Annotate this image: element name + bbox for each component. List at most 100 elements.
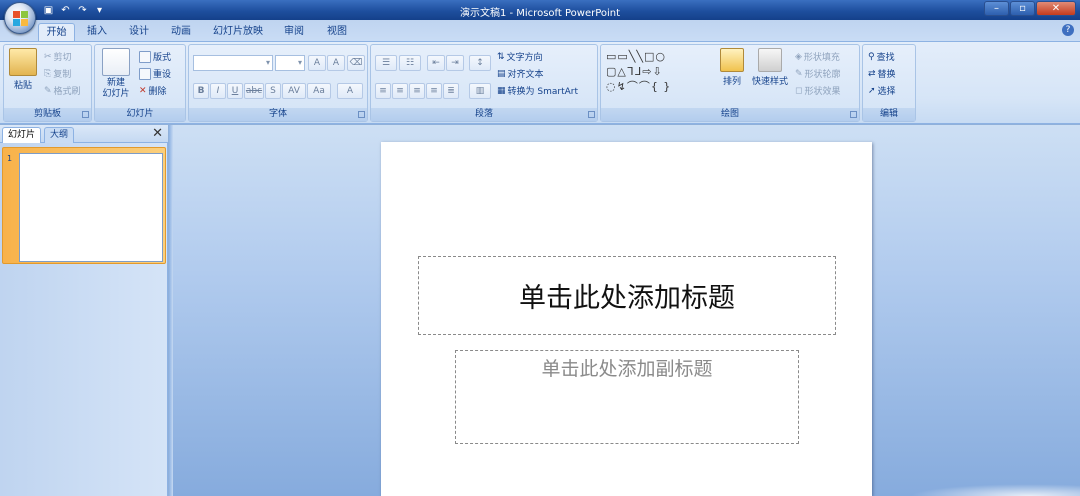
ribbon-tabs: 开始 插入 设计 动画 幻灯片放映 审阅 视图 ?	[0, 20, 1080, 41]
dialog-launcher-icon[interactable]	[588, 111, 595, 118]
select-button[interactable]: ➚ 选择	[868, 84, 896, 98]
close-icon[interactable]: ✕	[152, 126, 163, 141]
office-logo-icon	[13, 11, 28, 26]
char-spacing-button[interactable]: AV	[282, 83, 306, 99]
smartart-icon: ▦	[497, 85, 506, 96]
group-label-slides: 幻灯片	[95, 108, 185, 121]
tab-design[interactable]: 设计	[124, 23, 154, 41]
subtitle-placeholder[interactable]: 单击此处添加副标题	[455, 350, 799, 444]
paint-bucket-icon: ◈	[795, 51, 802, 62]
arrange-icon	[720, 48, 744, 72]
slide-canvas[interactable]: 单击此处添加标题 单击此处添加副标题	[381, 142, 872, 496]
help-icon[interactable]: ?	[1062, 24, 1074, 36]
bold-button[interactable]: B	[193, 83, 209, 99]
format-painter-label: 格式刷	[53, 87, 81, 97]
reset-button[interactable]: 重设	[139, 67, 171, 80]
slide-thumbnail[interactable]	[19, 153, 163, 262]
group-paragraph: ☰ ☷ ⇤ ⇥ ↕ ≡ ≡ ≡ ≡ ≣ ▥ ⇅ 文字方向 ▤ 对齐文本 ▦ 转换为 S…	[370, 44, 598, 122]
tab-insert[interactable]: 插入	[82, 23, 112, 41]
font-name-combo[interactable]: ▾	[193, 55, 273, 71]
layout-label: 版式	[153, 53, 172, 63]
align-text-button[interactable]: ▤ 对齐文本	[497, 67, 544, 81]
group-label-font: 字体	[189, 108, 367, 121]
change-case-button[interactable]: Aa	[307, 83, 331, 99]
text-direction-label: 文字方向	[506, 53, 543, 63]
group-label-editing: 编辑	[863, 108, 915, 121]
delete-button[interactable]: ✕ 删除	[139, 84, 167, 98]
new-slide-button[interactable]: 新建 幻灯片	[98, 48, 134, 100]
group-font: ▾ ▾ A A ⌫ B I U abc S AV Aa A 字体	[188, 44, 368, 122]
shape-outline-label: 形状轮廓	[804, 70, 841, 80]
ribbon: 粘贴 ✂ 剪切 ⎘ 复制 ✎ 格式刷 剪贴板 新建 幻灯片 版式 重设 ✕ 删除 幻灯片…	[0, 41, 1080, 124]
pen-icon: ✎	[795, 68, 803, 79]
line-spacing-icon[interactable]: ↕	[469, 55, 491, 71]
copy-label: 复制	[53, 70, 72, 80]
quick-styles-label: 快速样式	[751, 77, 788, 87]
group-editing: ⚲ 查找 ⇄ 替换 ➚ 选择 编辑	[862, 44, 916, 122]
strikethrough-button[interactable]: abc	[244, 83, 264, 99]
font-color-button[interactable]: A	[337, 83, 363, 99]
grow-font-button[interactable]: A	[308, 55, 326, 71]
close-button[interactable]: ✕	[1036, 1, 1076, 16]
quick-styles-button[interactable]: 快速样式	[749, 48, 791, 87]
tab-slides[interactable]: 幻灯片	[2, 127, 42, 143]
shape-outline-button[interactable]: ✎ 形状轮廓	[795, 67, 841, 81]
smartart-button[interactable]: ▦ 转换为 SmartArt	[497, 84, 578, 98]
dialog-launcher-icon[interactable]	[82, 111, 89, 118]
tab-animations[interactable]: 动画	[166, 23, 196, 41]
layout-button[interactable]: 版式	[139, 50, 171, 63]
arrange-button[interactable]: 排列	[715, 48, 749, 87]
replace-label: 替换	[877, 70, 896, 80]
pane-splitter[interactable]	[169, 125, 173, 496]
shadow-button[interactable]: S	[265, 83, 281, 99]
find-label: 查找	[876, 53, 895, 63]
layout-icon	[139, 50, 151, 63]
group-drawing: ▭▭╲╲□○ ▢△ᒣᒧ⇨⇩ ◌↯⌒⌒{ } 排列 快速样式 ◈ 形状填充 ✎ 形状轮廓 …	[600, 44, 860, 122]
delete-icon: ✕	[139, 85, 147, 96]
copy-button[interactable]: ⎘ 复制	[44, 67, 72, 81]
tab-view[interactable]: 视图	[322, 23, 352, 41]
columns-icon[interactable]: ▥	[469, 83, 491, 99]
title-placeholder[interactable]: 单击此处添加标题	[418, 256, 836, 335]
cut-button[interactable]: ✂ 剪切	[44, 50, 72, 64]
tab-review[interactable]: 审阅	[279, 23, 309, 41]
bullets-icon[interactable]: ☰	[375, 55, 397, 71]
tab-slideshow[interactable]: 幻灯片放映	[208, 23, 268, 41]
background-glow	[910, 484, 1080, 496]
underline-button[interactable]: U	[227, 83, 243, 99]
minimize-button[interactable]: –	[984, 1, 1009, 16]
decrease-indent-icon[interactable]: ⇤	[427, 55, 445, 71]
dialog-launcher-icon[interactable]	[358, 111, 365, 118]
dialog-launcher-icon[interactable]	[850, 111, 857, 118]
paste-button[interactable]: 粘贴	[8, 48, 38, 91]
select-label: 选择	[877, 87, 896, 97]
align-left-icon[interactable]: ≡	[375, 83, 391, 99]
distribute-icon[interactable]: ≣	[443, 83, 459, 99]
shape-effects-button[interactable]: ◻ 形状效果	[795, 84, 841, 98]
font-size-combo[interactable]: ▾	[275, 55, 305, 71]
smartart-label: 转换为 SmartArt	[507, 87, 578, 97]
slide-thumbnail-selected[interactable]: 1	[2, 147, 166, 264]
align-right-icon[interactable]: ≡	[409, 83, 425, 99]
shapes-gallery[interactable]: ▭▭╲╲□○ ▢△ᒣᒧ⇨⇩ ◌↯⌒⌒{ }	[606, 49, 706, 95]
numbering-icon[interactable]: ☷	[399, 55, 421, 71]
shrink-font-button[interactable]: A	[327, 55, 345, 71]
replace-button[interactable]: ⇄ 替换	[868, 67, 896, 81]
group-slides: 新建 幻灯片 版式 重设 ✕ 删除 幻灯片	[94, 44, 186, 122]
format-painter-button[interactable]: ✎ 格式刷	[44, 84, 81, 98]
delete-label: 删除	[148, 87, 167, 97]
shape-fill-button[interactable]: ◈ 形状填充	[795, 50, 840, 64]
align-text-icon: ▤	[497, 68, 506, 79]
text-direction-button[interactable]: ⇅ 文字方向	[497, 50, 543, 64]
increase-indent-icon[interactable]: ⇥	[446, 55, 464, 71]
tab-outline[interactable]: 大纲	[44, 127, 75, 143]
find-button[interactable]: ⚲ 查找	[868, 50, 895, 64]
office-button[interactable]	[4, 2, 36, 34]
clear-format-icon[interactable]: ⌫	[347, 55, 365, 71]
reset-icon	[139, 67, 151, 80]
restore-button[interactable]: ▫	[1010, 1, 1035, 16]
align-center-icon[interactable]: ≡	[392, 83, 408, 99]
tab-home[interactable]: 开始	[38, 23, 75, 41]
justify-icon[interactable]: ≡	[426, 83, 442, 99]
italic-button[interactable]: I	[210, 83, 226, 99]
